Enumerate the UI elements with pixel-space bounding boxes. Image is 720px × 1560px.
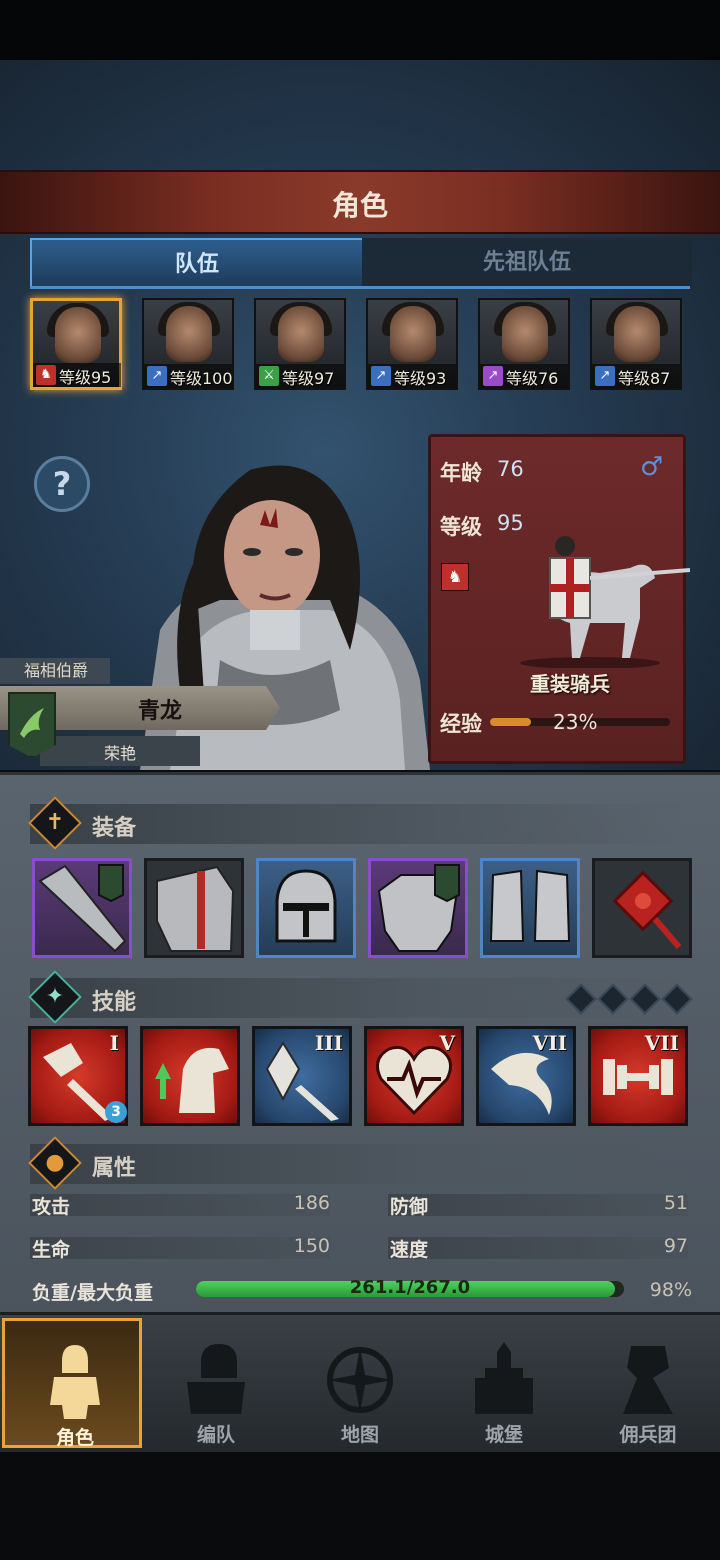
staff-class-icon: ↗	[483, 366, 503, 386]
attack-value: 186	[293, 1192, 330, 1214]
equipment-slot-weapon[interactable]	[32, 858, 132, 958]
horse-boost-icon	[155, 1047, 229, 1113]
character-subtitle: 荣艳	[103, 744, 136, 763]
unit-type: 重装骑兵	[530, 672, 610, 696]
armor-icon	[377, 864, 460, 952]
nav-label: 地图	[340, 1424, 379, 1446]
age-value: 76	[497, 457, 524, 481]
shield-icon	[156, 865, 235, 952]
compass-icon	[327, 1347, 393, 1413]
formation-icon	[187, 1344, 245, 1414]
knight-icon	[50, 1345, 100, 1419]
sword-class-icon: ↗	[595, 366, 615, 386]
helmet-icon	[275, 869, 337, 943]
exp-label: 经验	[440, 712, 482, 736]
boots-icon	[489, 869, 571, 942]
load-percent: 98%	[649, 1279, 692, 1301]
hero-level: 等级100	[170, 369, 233, 388]
hero-slot-3[interactable]: ⚔ 等级97	[254, 298, 346, 390]
nav-castle[interactable]: 城堡	[434, 1318, 574, 1448]
mercenary-icon	[623, 1346, 673, 1414]
hero-level: 等级93	[394, 369, 447, 388]
speed-value: 97	[663, 1235, 688, 1257]
hero-level: 等级76	[506, 369, 559, 388]
tab-ancestor-team[interactable]: 先祖队伍	[362, 238, 692, 286]
nav-label: 角色	[55, 1427, 94, 1449]
sword-class-icon: ↗	[147, 366, 167, 386]
defense-value: 51	[663, 1192, 688, 1214]
bottom-black-area	[0, 1452, 720, 1560]
nav-label: 城堡	[484, 1424, 523, 1446]
skill-slot-5[interactable]: VII	[476, 1026, 576, 1126]
hp-value: 150	[293, 1235, 330, 1257]
exp-percent: 23%	[553, 710, 598, 734]
equipment-slot-accessory[interactable]	[592, 858, 692, 958]
nav-map[interactable]: 地图	[290, 1318, 430, 1448]
chinese-knot-icon	[612, 870, 682, 949]
nav-formation[interactable]: 编队	[146, 1318, 286, 1448]
figure-icon: ●	[45, 1150, 65, 1175]
hero-slot-4[interactable]: ↗ 等级93	[366, 298, 458, 390]
nav-label: 编队	[196, 1424, 235, 1446]
skill-rank: III	[314, 1031, 343, 1055]
skill-rank: I	[109, 1031, 119, 1055]
skill-slot-6[interactable]: VII	[588, 1026, 688, 1126]
status-bar-area	[0, 0, 720, 60]
load-label: 负重/最大负重	[32, 1282, 153, 1304]
male-gender-icon: ♂	[640, 452, 664, 482]
heavy-cavalry-unit-image	[520, 536, 690, 668]
load-value: 261.1/267.0	[349, 1277, 471, 1298]
castle-icon	[475, 1342, 533, 1414]
equipment-slot-armor[interactable]	[368, 858, 468, 958]
tab-underline	[30, 286, 690, 289]
age-label: 年龄	[440, 461, 482, 485]
crossed-swords-class-icon: ⚔	[259, 366, 279, 386]
hero-level: 等级97	[282, 369, 335, 388]
skill-rank: VII	[532, 1031, 567, 1055]
hero-slot-5[interactable]: ↗ 等级76	[478, 298, 570, 390]
hero-level: 等级95	[59, 368, 112, 387]
skills-section-title: 技能	[92, 990, 137, 1015]
cavalry-class-icon: ♞	[441, 563, 469, 591]
skill-slot-1[interactable]: I 3	[28, 1026, 128, 1126]
hero-slot-6[interactable]: ↗ 等级87	[590, 298, 682, 390]
hp-label: 生命	[32, 1239, 71, 1261]
equipment-slot-boots[interactable]	[480, 858, 580, 958]
level-label: 等级	[440, 515, 482, 539]
skill-slot-2[interactable]	[140, 1026, 240, 1126]
hero-slot-2[interactable]: ↗ 等级100	[142, 298, 234, 390]
tab-team[interactable]: 队伍	[30, 238, 364, 288]
skill-count-badge: 3	[105, 1101, 127, 1123]
sword-class-icon: ↗	[371, 366, 391, 386]
speed-label: 速度	[390, 1239, 429, 1261]
character-name[interactable]: 青龙	[60, 693, 260, 725]
cavalry-class-icon: ♞	[36, 365, 56, 385]
nav-label: 佣兵团	[619, 1424, 677, 1446]
equipment-slot-shield[interactable]	[144, 858, 244, 958]
hero-slot-1[interactable]: ♞ 等级95	[30, 298, 122, 390]
equipment-slot-helmet[interactable]	[256, 858, 356, 958]
page-title: 角色	[331, 189, 388, 222]
skill-rank: VII	[644, 1031, 679, 1055]
attack-label: 攻击	[32, 1196, 71, 1218]
nav-mercenary[interactable]: 佣兵团	[578, 1318, 718, 1448]
nav-character[interactable]: 角色	[2, 1318, 142, 1449]
defense-label: 防御	[390, 1196, 429, 1218]
attributes-section-title: 属性	[92, 1156, 137, 1181]
cross-icon: ✝	[45, 810, 65, 835]
star-icon: ✦	[45, 984, 65, 1009]
skill-slot-3[interactable]: III	[252, 1026, 352, 1126]
help-button[interactable]: ?	[34, 456, 90, 512]
hero-level: 等级87	[618, 369, 671, 388]
exp-bar-fill	[490, 718, 532, 726]
skill-slot-4[interactable]: V	[364, 1026, 464, 1126]
dragon-banner-icon	[8, 692, 56, 758]
equipment-section-title: 装备	[92, 816, 137, 841]
lance-icon	[38, 864, 127, 953]
skill-rank: V	[439, 1031, 455, 1055]
noble-title: 福相伯爵	[0, 658, 110, 684]
